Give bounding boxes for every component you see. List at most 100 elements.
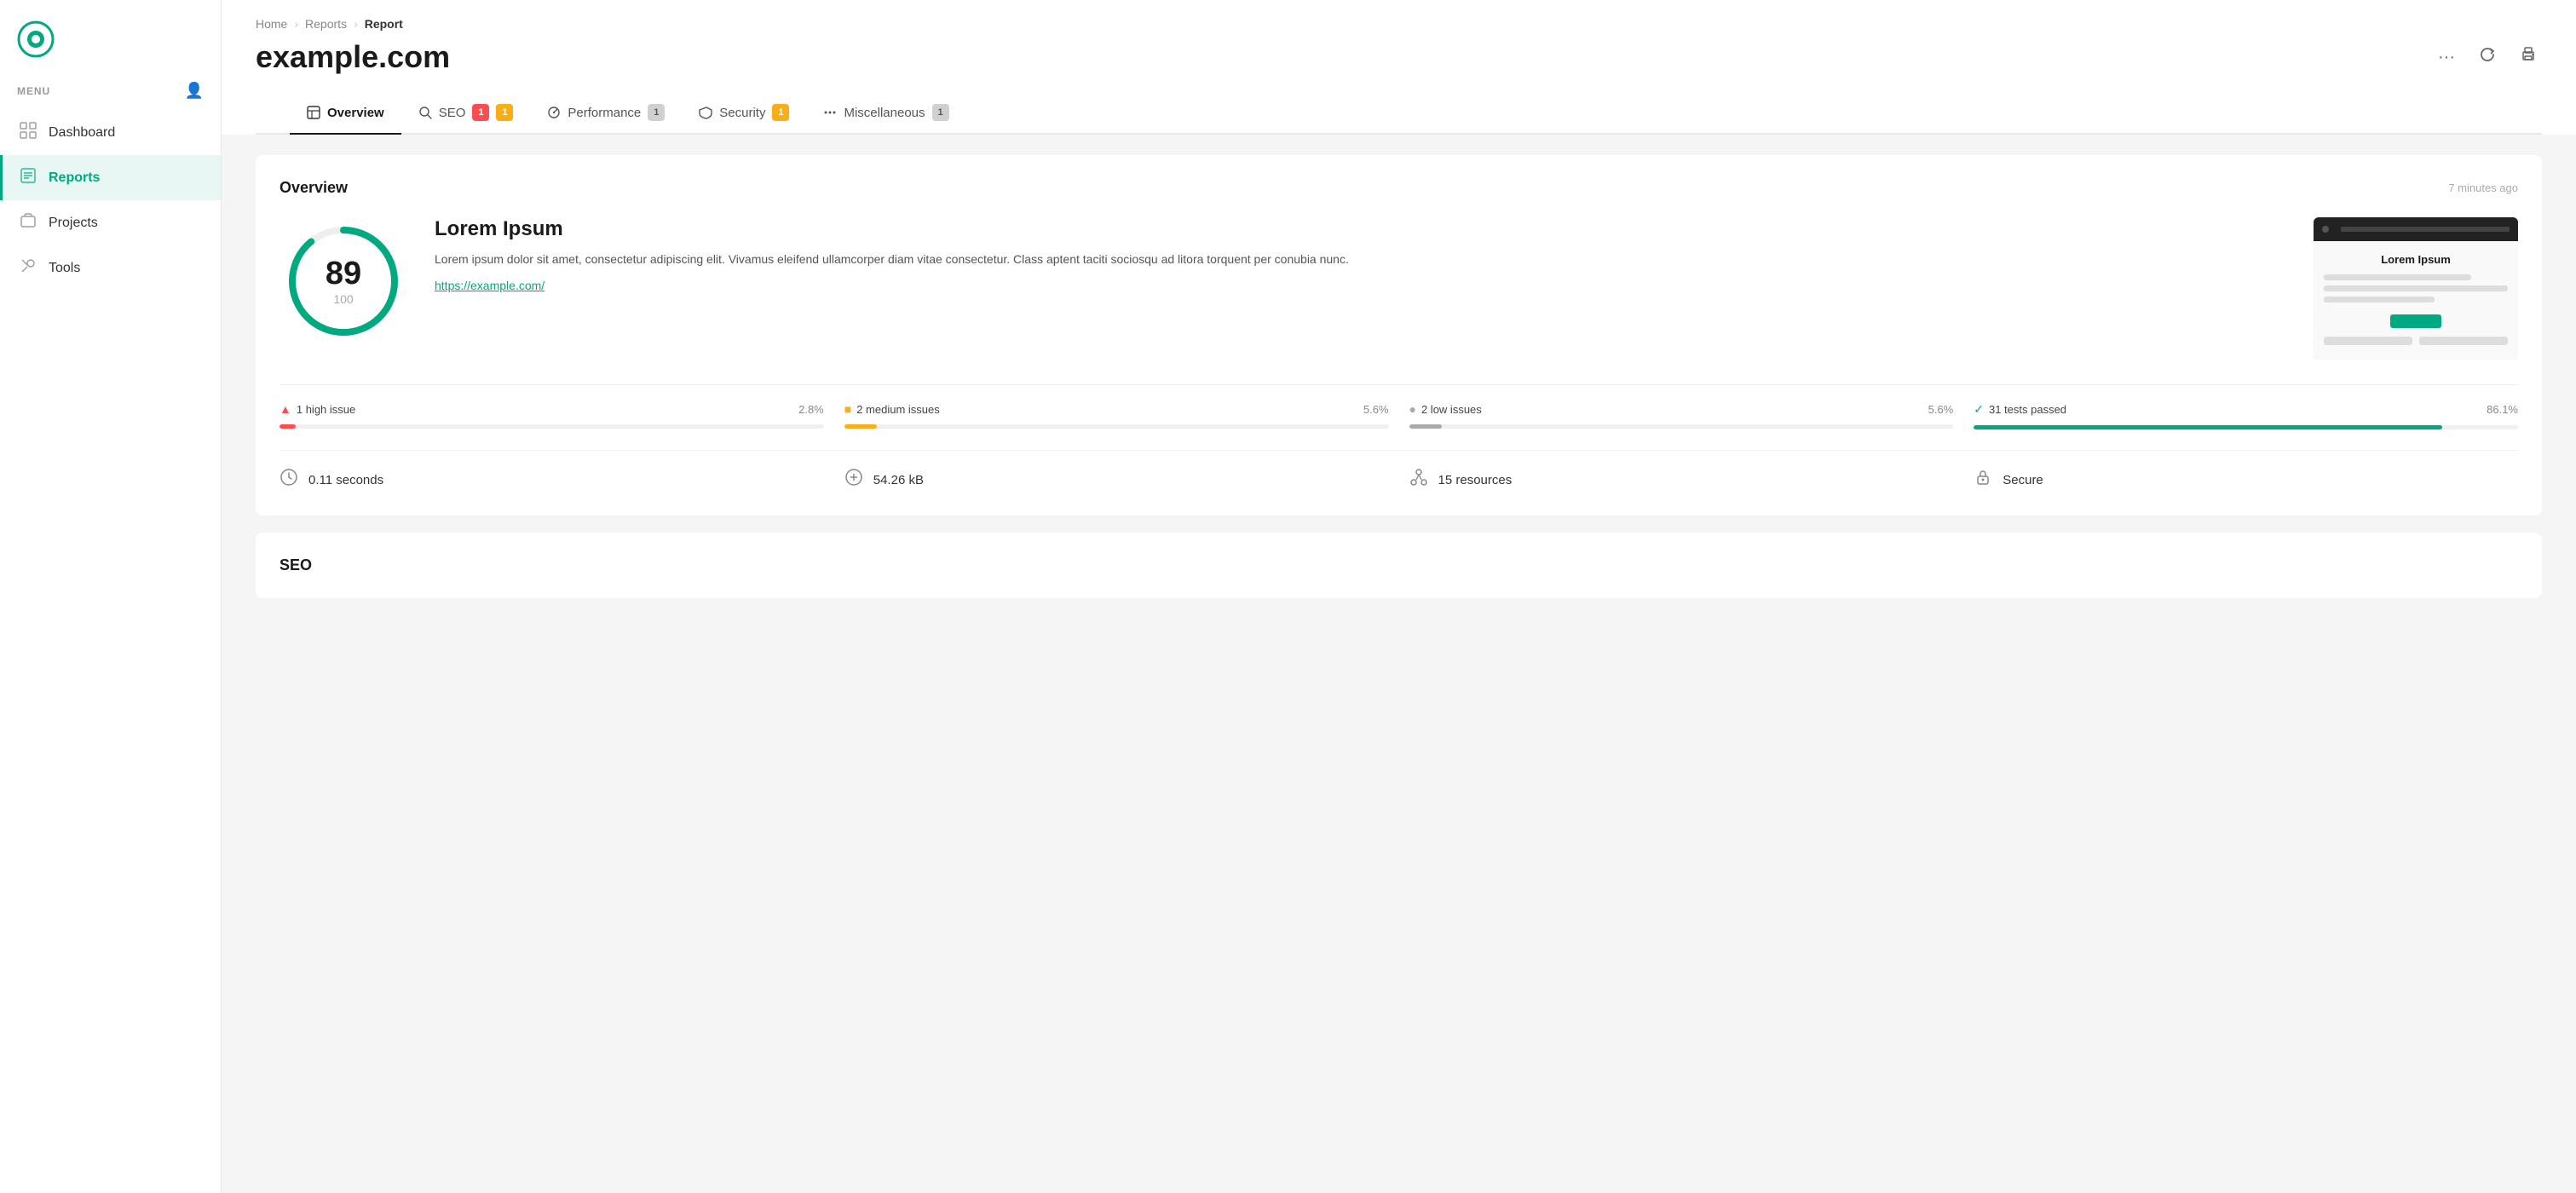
stat-size-label: 54.26 kB [873,473,924,487]
secure-icon [1974,468,1992,492]
sidebar: MENU 👤 Dashboard [0,0,222,1193]
app-logo [17,20,55,58]
misc-icon [823,106,837,119]
thumb-line-1 [2324,274,2471,280]
score-max: 100 [326,292,361,306]
tab-seo[interactable]: SEO 1 1 [401,92,531,135]
page-title: example.com [256,39,450,75]
menu-text: MENU [17,85,50,97]
tab-misc-label: Miscellaneous [844,106,925,120]
performance-icon [547,106,561,119]
stat-secure: Secure [1974,468,2518,492]
tab-performance[interactable]: Performance 1 [530,92,682,135]
user-icon[interactable]: 👤 [185,82,204,100]
high-issue-bar [279,424,824,429]
stat-secure-label: Secure [2003,473,2043,487]
medium-issue-pct: 5.6% [1363,403,1389,416]
sidebar-item-projects[interactable]: Projects [0,200,221,245]
score-value: 89 [326,256,361,292]
tab-seo-label: SEO [439,106,466,120]
thumb-line-2 [2324,285,2508,291]
refresh-button[interactable] [2474,41,2501,73]
print-button[interactable] [2515,41,2542,73]
dashboard-icon [20,122,37,143]
page-title-row: example.com ··· [256,39,2542,75]
overview-timestamp: 7 minutes ago [2448,182,2518,194]
logo-area [0,0,221,75]
low-issue-icon: ● [1409,402,1416,416]
time-icon [279,468,298,492]
thumb-footer [2324,337,2508,349]
tab-misc-badge: 1 [932,104,949,121]
stats-row: 0.11 seconds 54.26 kB [279,450,2518,492]
tabs-bar: Overview SEO 1 1 Performance 1 [256,92,2542,135]
medium-issue-bar [844,424,1389,429]
tab-performance-label: Performance [568,106,641,120]
sidebar-item-reports[interactable]: Reports [0,155,221,200]
thumb-footer-block-1 [2324,337,2412,345]
stat-time-label: 0.11 seconds [308,473,383,487]
security-icon [699,106,712,119]
nav-menu: Dashboard Reports Projects [0,110,221,291]
sidebar-item-tools[interactable]: Tools [0,245,221,291]
issue-medium: ■ 2 medium issues 5.6% [844,402,1389,429]
overview-top-row: 89 100 Lorem Ipsum Lorem ipsum dolor sit… [279,217,2518,360]
thumb-title: Lorem Ipsum [2324,253,2508,266]
tab-overview[interactable]: Overview [290,92,401,135]
overview-title: Overview [279,179,348,197]
high-issue-fill [279,424,296,429]
low-issue-bar [1409,424,1954,429]
thumb-dot [2322,226,2329,233]
main-header: Home › Reports › Report example.com ··· [222,0,2576,135]
tab-security-label: Security [719,106,765,120]
passed-icon: ✓ [1974,402,1984,417]
medium-issue-fill [844,424,877,429]
breadcrumb-sep-1: › [294,17,298,31]
seo-icon [418,106,432,119]
issue-high: ▲ 1 high issue 2.8% [279,402,824,429]
site-thumbnail: Lorem Ipsum [2314,217,2518,360]
sidebar-item-dashboard[interactable]: Dashboard [0,110,221,155]
passed-bar [1974,425,2518,429]
passed-pct: 86.1% [2487,403,2518,416]
stat-time: 0.11 seconds [279,468,824,492]
tab-overview-label: Overview [327,106,384,120]
issue-passed-label: ✓ 31 tests passed [1974,402,2066,417]
projects-icon [20,212,37,233]
content-area: Overview 7 minutes ago 89 100 [222,135,2576,619]
tools-icon [20,257,37,279]
overview-header: Overview 7 minutes ago [279,179,2518,197]
issue-low: ● 2 low issues 5.6% [1409,402,1954,429]
overview-card: Overview 7 minutes ago 89 100 [256,155,2542,516]
seo-section: SEO [256,533,2542,598]
breadcrumb-home[interactable]: Home [256,17,287,31]
header-actions: ··· [2433,41,2542,73]
low-issue-fill [1409,424,1442,429]
tab-security-badge: 1 [772,104,789,121]
more-button[interactable]: ··· [2433,43,2460,72]
main-content: Home › Reports › Report example.com ··· [222,0,2576,1193]
breadcrumb-sep-2: › [354,17,358,31]
issue-low-label: ● 2 low issues [1409,402,1482,416]
issue-high-top: ▲ 1 high issue 2.8% [279,402,824,421]
overview-icon [307,106,320,119]
score-label: 89 100 [326,256,361,306]
breadcrumb-reports[interactable]: Reports [305,17,347,31]
site-url[interactable]: https://example.com/ [435,279,545,292]
sidebar-item-label: Projects [49,216,98,231]
sidebar-item-label: Reports [49,170,100,186]
low-issue-pct: 5.6% [1928,403,1954,416]
sidebar-item-label: Tools [49,261,80,276]
issue-passed: ✓ 31 tests passed 86.1% [1974,402,2518,429]
issue-passed-top: ✓ 31 tests passed 86.1% [1974,402,2518,422]
score-circle: 89 100 [279,217,407,345]
high-issue-icon: ▲ [279,402,291,416]
tab-security[interactable]: Security 1 [682,92,806,135]
sidebar-item-label: Dashboard [49,125,115,141]
tab-performance-badge: 1 [648,104,665,121]
tab-seo-badge-yellow: 1 [496,104,513,121]
tab-miscellaneous[interactable]: Miscellaneous 1 [806,92,965,135]
overview-info: Lorem Ipsum Lorem ipsum dolor sit amet, … [435,217,2286,294]
tab-seo-badge-red: 1 [472,104,489,121]
issue-high-label: ▲ 1 high issue [279,402,355,416]
